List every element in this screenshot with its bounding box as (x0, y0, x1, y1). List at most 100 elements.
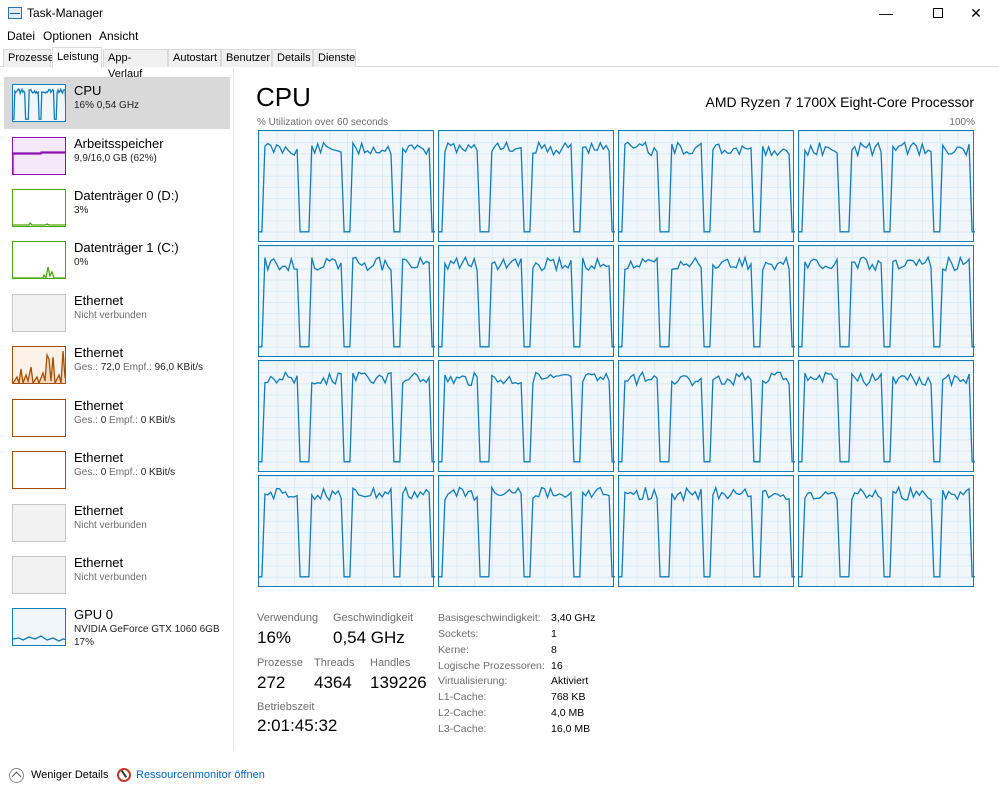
info-label: Logische Prozessoren: (438, 660, 545, 672)
send-value: 0 (100, 415, 107, 426)
processor-name: AMD Ryzen 7 1700X Eight-Core Processor (705, 94, 974, 110)
logical-processor-graph (438, 475, 615, 587)
menu-optionen[interactable]: Optionen (43, 29, 92, 43)
memory-thumbnail-graph (12, 137, 66, 175)
logical-processor-graph (258, 475, 435, 587)
tab-app-verlauf[interactable]: App-Verlauf (103, 49, 168, 80)
sidebar-item-subtitle: Nicht verbunden (74, 310, 147, 321)
info-label: Kerne: (438, 644, 469, 656)
info-label: L3-Cache: (438, 723, 487, 735)
sidebar-item-title: Ethernet (74, 398, 124, 413)
resource-monitor-icon[interactable] (117, 768, 131, 782)
logical-processor-graph (438, 130, 615, 242)
send-label: Ges.: (74, 415, 98, 426)
info-value: Aktiviert (551, 675, 589, 687)
logical-processor-graph (258, 245, 435, 357)
sidebar-item-subtitle: 16% 0,54 GHz (74, 100, 140, 111)
tab-dienste[interactable]: Dienste (313, 49, 356, 67)
info-label: Sockets: (438, 628, 479, 640)
tab-benutzer[interactable]: Benutzer (221, 49, 272, 67)
logical-processor-graph (798, 360, 975, 472)
receive-label: Empf.: (122, 362, 152, 373)
info-value: 16 (551, 660, 563, 672)
sidebar-item-ethernet-5[interactable]: Ethernet Nicht verbunden (4, 497, 230, 549)
sidebar-item-ethernet-2[interactable]: Ethernet Ges.: 72,0 Empf.: 96,0 KBit/s (4, 339, 230, 391)
menu-datei[interactable]: Datei (7, 29, 35, 43)
receive-value: 0 KBit/s (140, 467, 176, 478)
sidebar-item-title: CPU (74, 83, 102, 98)
utilization-label: % Utilization over 60 seconds (257, 117, 389, 128)
logical-processor-graph (618, 130, 795, 242)
sidebar-item-ethernet-1[interactable]: Ethernet Nicht verbunden (4, 287, 230, 339)
processes-label: Prozesse (257, 657, 303, 669)
info-value: 16,0 MB (551, 723, 591, 735)
sidebar-item-gpu-0[interactable]: GPU 0 NVIDIA GeForce GTX 1060 6GB 17% (4, 601, 230, 653)
disk-thumbnail-graph (12, 241, 66, 279)
info-value: 8 (551, 644, 557, 656)
minimize-button[interactable]: — (863, 0, 909, 27)
open-resource-monitor-link[interactable]: Ressourcenmonitor öffnen (136, 769, 265, 781)
receive-value: 0 KBit/s (140, 415, 176, 426)
tab-details[interactable]: Details (272, 49, 313, 67)
send-value: 72,0 (100, 362, 121, 373)
menu-bar: Datei Optionen Ansicht (0, 27, 999, 46)
uptime-value: 2:01:45:32 (257, 716, 338, 735)
logical-processor-graph (618, 360, 795, 472)
logical-processor-graph (798, 245, 975, 357)
gpu-thumbnail-graph (12, 608, 66, 646)
chevron-up-icon[interactable] (9, 768, 24, 783)
sidebar-item-title: Ethernet (74, 345, 124, 360)
sidebar-item-title: Ethernet (74, 450, 124, 465)
info-value: 3,40 GHz (551, 612, 596, 624)
threads-label: Threads (314, 657, 355, 669)
sidebar-item-subtitle: 0% (74, 257, 89, 268)
info-label: L1-Cache: (438, 691, 487, 703)
sidebar-item-ethernet-4[interactable]: Ethernet Ges.: 0 Empf.: 0 KBit/s (4, 444, 230, 496)
utilization-max-label: 100% (949, 117, 975, 128)
tab-bar: Prozesse Leistung App-Verlauf Autostart … (0, 47, 999, 80)
receive-label: Empf.: (109, 415, 138, 426)
ethernet-thumbnail-graph (12, 399, 66, 437)
sidebar-item-memory[interactable]: Arbeitsspeicher 9,9/16,0 GB (62%) (4, 130, 230, 182)
resource-sidebar: CPU 16% 0,54 GHz Arbeitsspeicher 9,9/16,… (0, 68, 234, 750)
info-label: Basisgeschwindigkeit: (438, 612, 541, 624)
sidebar-item-ethernet-3[interactable]: Ethernet Ges.: 0 Empf.: 0 KBit/s (4, 392, 230, 444)
tab-autostart[interactable]: Autostart (168, 49, 221, 67)
sidebar-item-usage: 17% (74, 637, 95, 648)
sidebar-item-cpu[interactable]: CPU 16% 0,54 GHz (4, 77, 230, 129)
menu-ansicht[interactable]: Ansicht (99, 29, 138, 43)
tab-prozesse[interactable]: Prozesse (3, 49, 54, 67)
sidebar-item-ethernet-6[interactable]: Ethernet Nicht verbunden (4, 549, 230, 601)
sidebar-item-title: Ethernet (74, 293, 124, 308)
sidebar-item-disk-0[interactable]: Datenträger 0 (D:) 3% (4, 182, 230, 234)
ethernet-thumbnail-graph (12, 504, 66, 542)
speed-label: Geschwindigkeit (333, 612, 414, 624)
logical-processor-graph (438, 360, 615, 472)
info-label: Virtualisierung: (438, 675, 508, 687)
speed-value: 0,54 GHz (333, 628, 405, 647)
info-value: 1 (551, 628, 557, 640)
sidebar-item-subtitle: Ges.: 0 Empf.: 0 KBit/s (74, 415, 175, 426)
page-title: CPU (256, 82, 311, 112)
logical-processor-graph (258, 130, 435, 242)
sidebar-item-title: Ethernet (74, 555, 124, 570)
usage-value: 16% (257, 628, 292, 647)
sidebar-item-subtitle: NVIDIA GeForce GTX 1060 6GB (74, 624, 220, 635)
logical-processor-graphs (258, 130, 976, 590)
task-manager-icon (8, 7, 22, 19)
send-value: 0 (100, 467, 107, 478)
sidebar-item-subtitle: 3% (74, 205, 89, 216)
ethernet-thumbnail-graph (12, 556, 66, 594)
receive-value: 96,0 KBit/s (154, 362, 203, 373)
close-button[interactable]: ✕ (953, 0, 999, 27)
window-title: Task-Manager (27, 6, 104, 20)
sidebar-item-title: Ethernet (74, 503, 124, 518)
sidebar-item-disk-1[interactable]: Datenträger 1 (C:) 0% (4, 234, 230, 286)
threads-value: 4364 (314, 673, 352, 692)
send-label: Ges.: (74, 362, 98, 373)
ethernet-thumbnail-graph (12, 294, 66, 332)
sidebar-item-subtitle: 9,9/16,0 GB (62%) (74, 153, 157, 164)
fewer-details-link[interactable]: Weniger Details (31, 769, 108, 781)
tab-leistung[interactable]: Leistung (52, 47, 102, 68)
sidebar-item-subtitle: Nicht verbunden (74, 572, 147, 583)
